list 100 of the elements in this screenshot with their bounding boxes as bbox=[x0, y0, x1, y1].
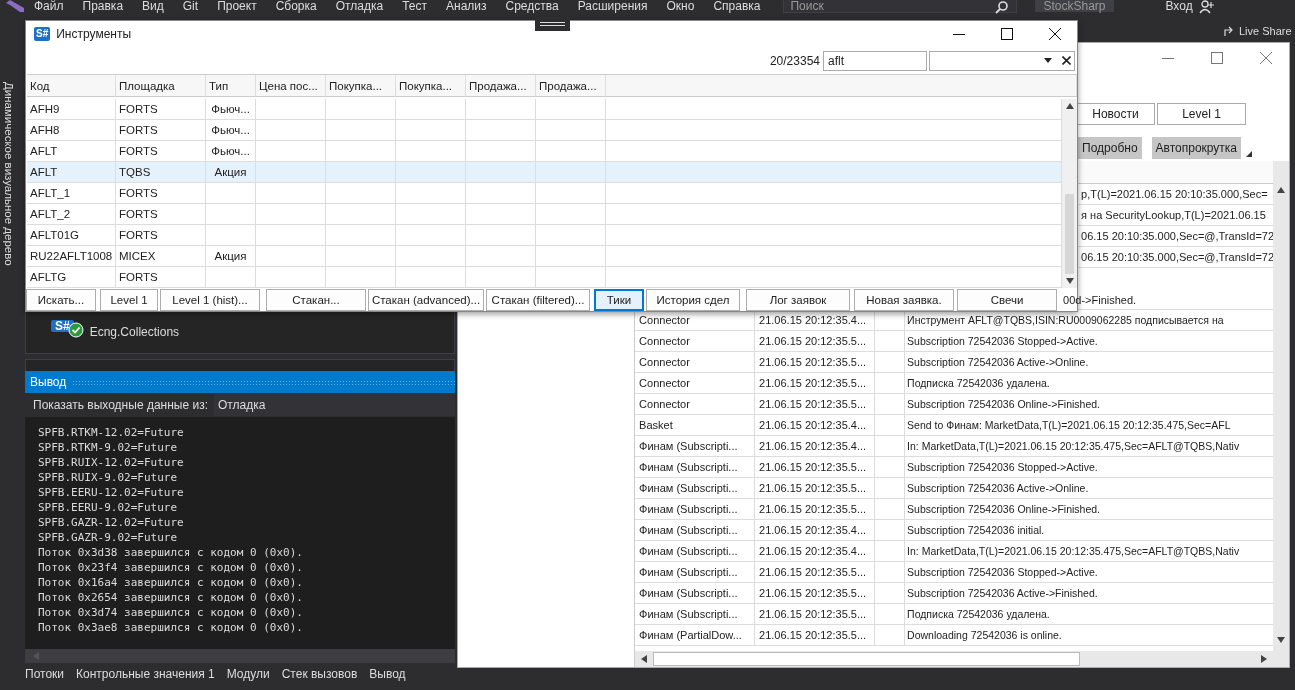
down-arrow-icon bbox=[1065, 278, 1074, 284]
output-line: SPFB.GAZR-12.02=Future bbox=[38, 515, 185, 530]
menu-item[interactable]: Файл bbox=[34, 0, 64, 12]
table-cell-text: Подписка 72542036 удалена. bbox=[906, 607, 1051, 622]
table-row[interactable]: AFLTG FORTS bbox=[27, 267, 1062, 288]
menu-item[interactable]: Отладка bbox=[335, 0, 384, 12]
table-cell: FORTS bbox=[116, 225, 206, 245]
table-cell-text: Подписка 72542036 удалена. bbox=[906, 376, 1051, 391]
table-cell: AFLTG bbox=[27, 267, 116, 287]
table-row[interactable]: RU22AFLT1008 MICEX Акция bbox=[27, 246, 1062, 267]
tool-window-tab[interactable]: Вывод bbox=[369, 667, 406, 685]
table-cell-text: In: MarketData,T(L)=2021.06.15 20:12:35.475,Sec=AFLT@TQBS,Nativ bbox=[906, 544, 1241, 559]
person-icon[interactable] bbox=[1198, 0, 1215, 14]
table-cell: AFLT_2 bbox=[27, 204, 116, 224]
vertical-scrollbar[interactable] bbox=[1062, 99, 1077, 288]
table-cell: Финам (Subscripti... bbox=[635, 436, 756, 456]
action-button[interactable]: Level 1 (hist)... bbox=[160, 289, 260, 311]
table-cell: Финам (Subscripti... bbox=[635, 583, 756, 603]
table-row[interactable]: AFLT_2 FORTS bbox=[27, 204, 1062, 225]
grip-handle[interactable] bbox=[535, 17, 570, 31]
table-cell: 21.06.15 20:12:35.4... bbox=[755, 415, 876, 435]
table-cell: Акция bbox=[206, 246, 256, 266]
action-button[interactable]: Новая заявка. bbox=[854, 289, 954, 311]
output-line: Поток 0x3ae8 завершился с кодом 0 (0x0). bbox=[38, 620, 304, 635]
table-row[interactable]: AFH8 FORTS Фьюч... bbox=[27, 120, 1062, 141]
menu-item[interactable]: Тест bbox=[402, 0, 427, 12]
action-button[interactable]: Свечи bbox=[957, 289, 1057, 311]
tool-window-tab[interactable]: Стек вызовов bbox=[281, 667, 358, 685]
table-cell: AFLT_1 bbox=[27, 183, 116, 203]
table-cell: Фьюч... bbox=[206, 99, 256, 119]
action-button[interactable]: История сдел bbox=[646, 289, 740, 311]
table-cell: 21.06.15 20:12:35.5... bbox=[755, 352, 876, 372]
table-cell: RU22AFLT1008 bbox=[27, 246, 116, 266]
horizontal-scrollbar[interactable] bbox=[25, 649, 455, 663]
output-line: Поток 0x3d74 завершился с кодом 0 (0x0). bbox=[38, 605, 304, 620]
project-name[interactable]: Ecng.Collections bbox=[89, 325, 180, 339]
horizontal-scrollbar[interactable] bbox=[635, 651, 1274, 667]
output-line: Поток 0x23f4 завершился с кодом 0 (0x0). bbox=[38, 560, 304, 575]
toolbar-button[interactable]: Подробно bbox=[1078, 137, 1142, 159]
solution-name: StockSharp bbox=[1035, 0, 1114, 12]
column-header[interactable]: Цена пос... bbox=[256, 75, 326, 96]
action-button[interactable]: Искать... bbox=[26, 289, 96, 311]
action-button[interactable]: Тики bbox=[594, 289, 644, 311]
action-button[interactable]: Лог заявок bbox=[746, 289, 850, 311]
menu-item[interactable]: Git bbox=[182, 0, 199, 12]
table-cell-text: Subscription 72542036 initial. bbox=[906, 523, 1046, 538]
output-line: SPFB.RTKM-12.02=Future bbox=[38, 425, 185, 440]
action-button[interactable]: Стакан (advanced)... bbox=[368, 289, 484, 311]
project-logo-icon: S# bbox=[51, 320, 74, 332]
column-header[interactable]: Покупка... bbox=[396, 75, 466, 96]
output-line: Поток 0x3d38 завершился с кодом 0 (0x0). bbox=[38, 545, 304, 560]
table-cell: 21.06.15 20:12:35.5... bbox=[755, 331, 876, 351]
table-cell: 21.06.15 20:12:35.5... bbox=[755, 394, 876, 414]
tool-window-tab[interactable]: Контрольные значения 1 bbox=[76, 667, 215, 685]
table-row[interactable]: AFLT TQBS Акция bbox=[27, 162, 1062, 183]
action-button[interactable]: Стакан (filtered)... bbox=[486, 289, 590, 311]
table-row[interactable]: AFLT01G FORTS bbox=[27, 225, 1062, 246]
table-row[interactable]: AFLT_1 FORTS bbox=[27, 183, 1062, 204]
close-icon[interactable] bbox=[1049, 28, 1061, 41]
menu-item[interactable]: Анализ bbox=[446, 0, 487, 12]
menu-item[interactable]: Окно bbox=[666, 0, 695, 12]
menu-item[interactable]: Средства bbox=[505, 0, 559, 12]
table-row[interactable]: AFH9 FORTS Фьюч... bbox=[27, 99, 1062, 120]
tab-button[interactable]: Новости bbox=[1076, 103, 1155, 125]
menu-item[interactable]: Правка bbox=[82, 0, 124, 12]
sign-in-button[interactable]: Вход bbox=[1165, 0, 1193, 12]
vertical-scrollbar[interactable] bbox=[1273, 161, 1289, 667]
column-header[interactable]: Покупка... bbox=[326, 75, 396, 96]
action-button[interactable]: Стакан... bbox=[266, 289, 366, 311]
toolbar-button[interactable]: Автопрокрутка bbox=[1151, 137, 1242, 159]
column-header[interactable]: Код bbox=[27, 75, 116, 96]
menu-item[interactable]: Расширения bbox=[577, 0, 648, 12]
overflow-icon[interactable] bbox=[1246, 151, 1253, 157]
tool-window-tab[interactable]: Модули bbox=[226, 667, 270, 685]
window-title: Инструменты bbox=[56, 27, 132, 42]
column-header[interactable]: Продажа... bbox=[536, 75, 606, 96]
visual-studio-logo-icon bbox=[6, 0, 24, 12]
table-cell: FORTS bbox=[116, 141, 206, 161]
column-header[interactable]: Тип bbox=[206, 75, 256, 96]
menu-item[interactable]: Сборка bbox=[275, 0, 317, 12]
search-field[interactable]: aflt bbox=[823, 50, 927, 71]
clear-icon[interactable] bbox=[1062, 56, 1071, 66]
menu-item[interactable]: Проект bbox=[217, 0, 257, 12]
tool-window-tab[interactable]: Потоки bbox=[25, 667, 65, 685]
column-header[interactable]: Продажа... bbox=[466, 75, 536, 96]
action-button[interactable]: Level 1 bbox=[100, 289, 158, 311]
table-cell-text: Subscription 72542036 Stopped->Active. bbox=[906, 460, 1099, 475]
menu-item[interactable]: Справка bbox=[713, 0, 761, 12]
maximize-icon[interactable] bbox=[1001, 28, 1013, 41]
column-header[interactable]: Площадка bbox=[116, 75, 206, 96]
table-cell-text: Subscription 72542036 Active->Online. bbox=[906, 355, 1090, 370]
search-field[interactable]: Поиск bbox=[783, 0, 1018, 13]
live-share-button[interactable]: Live Share bbox=[1224, 25, 1292, 37]
tab-button[interactable]: Level 1 bbox=[1157, 103, 1246, 125]
side-tab[interactable]: Динамическое визуальное дерево bbox=[3, 82, 15, 266]
menu-item[interactable]: Вид bbox=[142, 0, 164, 12]
table-cell: FORTS bbox=[116, 204, 206, 224]
table-cell: AFLT01G bbox=[27, 225, 116, 245]
table-cell: Connector bbox=[635, 352, 756, 372]
source-dropdown[interactable]: Отладка bbox=[214, 394, 455, 416]
